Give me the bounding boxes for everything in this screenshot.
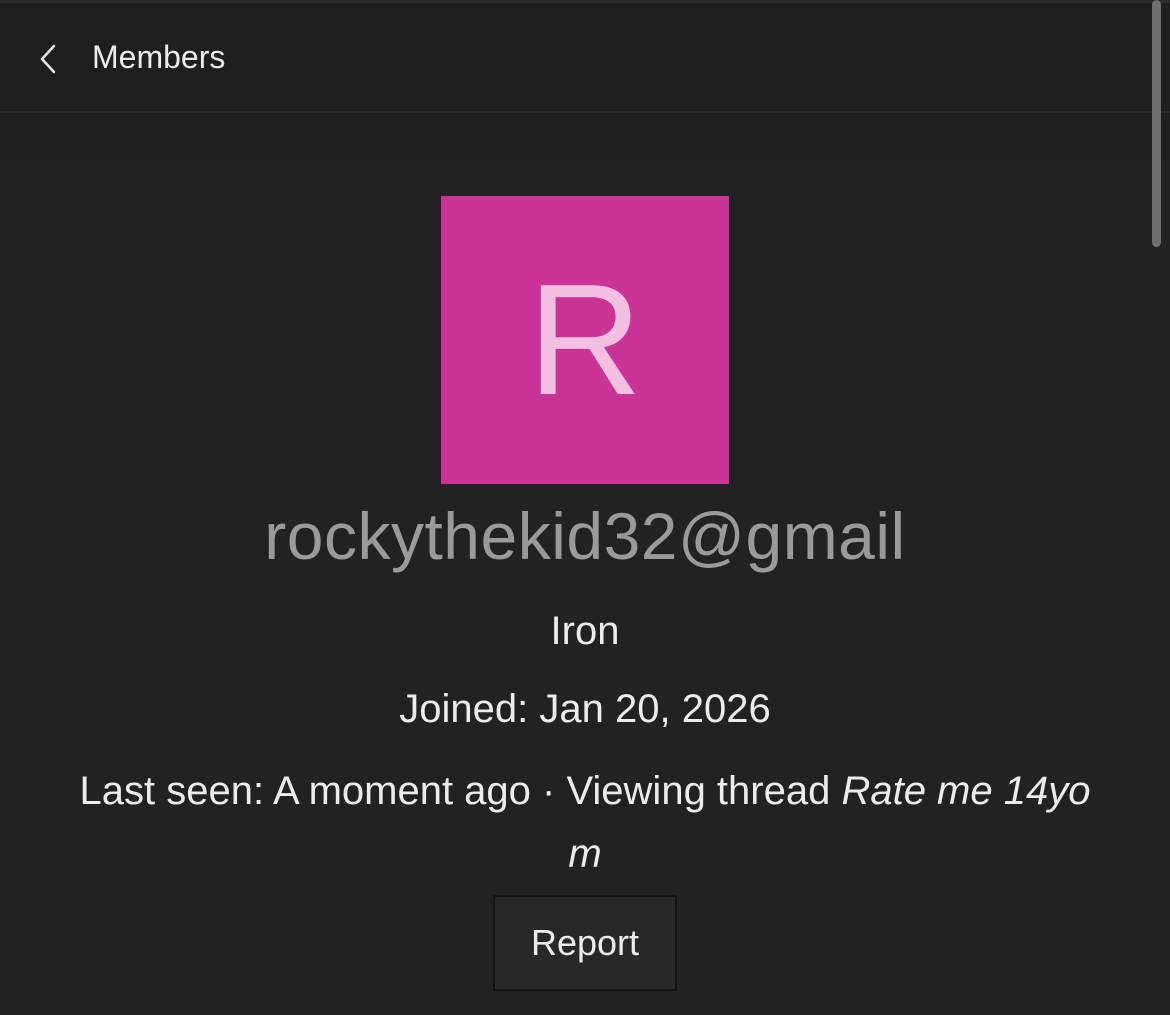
chevron-left-icon[interactable] [36,41,64,77]
last-seen-prefix: Last seen: A moment ago · Viewing thread [79,769,842,813]
last-seen-status: Last seen: A moment ago · Viewing thread… [60,760,1110,886]
report-button[interactable]: Report [493,895,677,991]
avatar[interactable]: R [441,196,729,484]
scrollbar-thumb[interactable] [1152,0,1161,247]
members-breadcrumb-link[interactable]: Members [92,39,225,76]
header-bar: Members [0,3,1170,113]
joined-date: Joined: Jan 20, 2026 [399,687,771,731]
profile-username: rockythekid32@gmail [264,499,906,573]
member-rank: Iron [550,609,620,653]
sub-header-bar [0,113,1170,160]
